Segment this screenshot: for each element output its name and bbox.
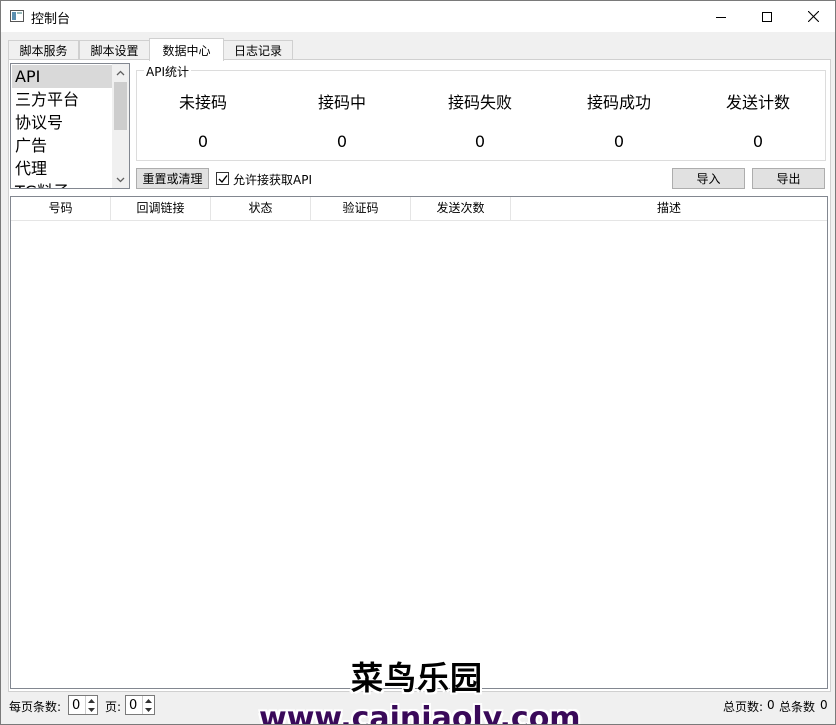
stat-label-failed: 接码失败 [447,93,512,112]
maximize-icon [762,11,772,22]
chevron-down-icon [116,177,125,182]
tab-log-records[interactable]: 日志记录 [223,40,293,60]
stat-value-success: 0 [613,132,625,151]
total-items-value: 0 [820,698,828,712]
list-item-proxy[interactable]: 代理 [12,157,112,180]
list-item-ads[interactable]: 广告 [12,134,112,157]
tab-script-service[interactable]: 脚本服务 [8,40,79,60]
close-button[interactable] [790,1,835,32]
scroll-thumb[interactable] [114,82,127,130]
per-page-label: 每页条数: [9,700,62,714]
list-scrollbar[interactable] [112,64,129,188]
page-spinner[interactable]: 0 [125,695,155,715]
tab-script-settings[interactable]: 脚本设置 [79,40,150,60]
total-pages-value: 0 [767,698,775,712]
stat-label-receiving: 接码中 [317,93,366,112]
spin-up-icon [145,698,152,703]
minimize-button[interactable] [698,1,744,32]
watermark-url: www.cainiaoly.com [259,701,581,725]
reset-clear-button[interactable]: 重置或清理 [136,168,209,189]
column-header-verification-code[interactable]: 验证码 [311,197,411,221]
window-title: 控制台 [31,12,71,27]
list-item-tg-data[interactable]: TG料子 [12,180,112,188]
checkmark-icon [218,175,228,184]
stat-label-success: 接码成功 [586,93,651,112]
scroll-up-button[interactable] [112,64,129,81]
scroll-down-button[interactable] [112,171,129,188]
spin-down-icon [88,707,95,712]
stat-value-not-received: 0 [197,132,209,151]
chevron-up-icon [116,70,125,75]
close-icon [807,11,819,22]
stat-value-failed: 0 [474,132,486,151]
main-window: 控制台 脚本服务 脚本设置 数据中心 日志记录 API 三方平台 协议号 广告 … [0,0,836,725]
per-page-decrement-button[interactable] [86,705,97,714]
watermark-text: 菜鸟乐园 [351,659,484,697]
import-button[interactable]: 导入 [672,168,745,189]
stat-value-receiving: 0 [336,132,348,151]
app-window-icon [10,10,24,22]
column-header-callback-link[interactable]: 回调链接 [111,197,211,221]
list-item-protocol[interactable]: 协议号 [12,111,112,134]
tab-bar: 脚本服务 脚本设置 数据中心 日志记录 [8,38,830,61]
title-bar: 控制台 [1,1,835,32]
column-header-number[interactable]: 号码 [11,197,111,221]
list-item-third-party[interactable]: 三方平台 [12,88,112,111]
page-value[interactable]: 0 [129,698,137,713]
stat-value-send-count: 0 [752,132,764,151]
category-list[interactable]: API 三方平台 协议号 广告 代理 TG料子 [10,63,130,189]
allow-api-label[interactable]: 允许接获取API [233,171,312,188]
spin-up-icon [88,698,95,703]
api-stats-title: API统计 [144,63,191,80]
total-items-label: 总条数 [779,700,816,714]
page-label: 页: [105,700,122,714]
export-button[interactable]: 导出 [752,168,825,189]
stat-label-send-count: 发送计数 [725,93,790,112]
column-header-status[interactable]: 状态 [211,197,311,221]
page-decrement-button[interactable] [143,705,154,714]
minimize-icon [716,16,726,18]
per-page-spinner[interactable]: 0 [68,695,98,715]
page-increment-button[interactable] [143,696,154,705]
page-spinner-arrows [142,696,154,714]
per-page-spinner-arrows [85,696,97,714]
list-item-api[interactable]: API [12,65,112,88]
tab-data-center[interactable]: 数据中心 [149,38,224,61]
per-page-value[interactable]: 0 [72,698,80,713]
column-header-description[interactable]: 描述 [511,197,827,221]
maximize-button[interactable] [744,1,790,32]
per-page-increment-button[interactable] [86,696,97,705]
column-header-send-times[interactable]: 发送次数 [411,197,511,221]
total-pages-label: 总页数: [723,700,764,714]
stat-label-not-received: 未接码 [178,93,227,112]
data-table[interactable]: 号码 回调链接 状态 验证码 发送次数 描述 [10,196,828,689]
spin-down-icon [145,707,152,712]
allow-api-checkbox[interactable] [216,172,229,185]
